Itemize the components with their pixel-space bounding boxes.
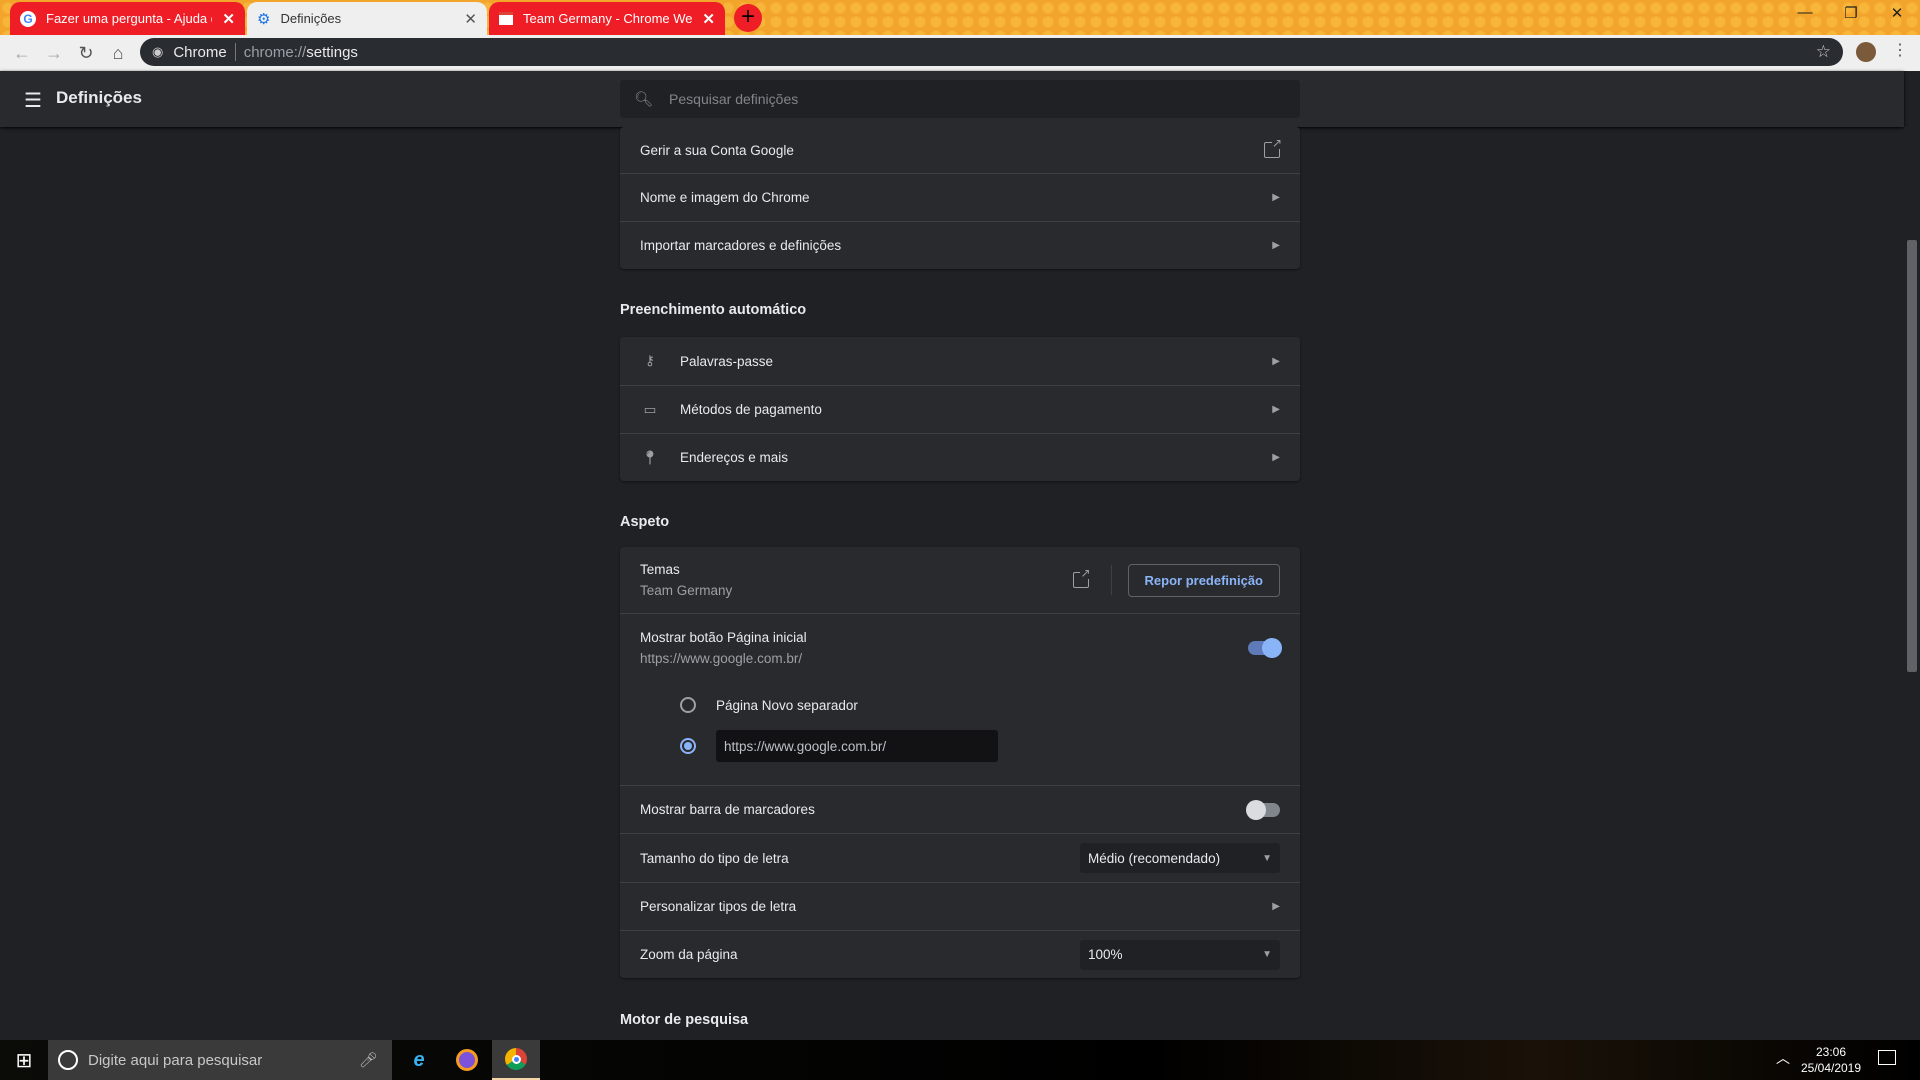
menu-dots-icon[interactable]: ⋮ <box>1892 40 1908 60</box>
external-link-icon <box>1264 137 1282 158</box>
clock[interactable]: 23:06 25/04/2019 <box>1800 1044 1862 1076</box>
tab-ask-question[interactable]: G Fazer uma pergunta - Ajuda do Google C… <box>10 2 245 35</box>
back-icon[interactable]: ← <box>10 42 34 66</box>
settings-search[interactable]: 🔍︎ <box>620 80 1300 118</box>
key-icon: ⚷ <box>645 353 655 368</box>
chrome-taskbar-icon[interactable] <box>492 1040 540 1080</box>
payment-methods-row[interactable]: ▭ Métodos de pagamento ▶ <box>620 385 1300 433</box>
home-icon[interactable]: ⌂ <box>106 42 130 66</box>
font-size-select[interactable]: Médio (recomendado) ▼ <box>1080 843 1280 873</box>
scrollbar-thumb[interactable] <box>1907 240 1917 672</box>
cortana-icon <box>58 1050 78 1070</box>
home-url-input[interactable] <box>716 730 998 762</box>
close-tab-icon[interactable]: ✕ <box>222 10 235 28</box>
people-card: Gerir a sua Conta Google Nome e imagem d… <box>620 127 1300 269</box>
reload-icon[interactable]: ↻ <box>74 42 98 66</box>
themes-row: TemasTeam Germany Repor predefinição <box>620 547 1300 613</box>
import-bookmarks[interactable]: Importar marcadores e definições ▶ <box>620 221 1300 269</box>
customize-fonts-row[interactable]: Personalizar tipos de letra ▶ <box>620 882 1300 930</box>
internet-explorer-icon[interactable]: e <box>395 1040 443 1080</box>
passwords-row[interactable]: ⚷ Palavras-passe ▶ <box>620 337 1300 385</box>
tab-web-store[interactable]: Team Germany - Chrome Web Store ✕ <box>489 2 725 35</box>
windows-start-icon[interactable]: ⊞ <box>0 1040 48 1080</box>
manage-google-account[interactable]: Gerir a sua Conta Google <box>620 127 1300 173</box>
divider <box>234 43 236 61</box>
tab-settings[interactable]: ⚙ Definições ✕ <box>247 2 487 35</box>
avatar[interactable] <box>1856 42 1876 62</box>
hamburger-menu-icon[interactable]: ☰ <box>24 88 42 113</box>
new-tab-button[interactable]: + <box>734 4 762 32</box>
chevron-right-icon: ▶ <box>1272 240 1280 251</box>
dropdown-arrow-icon: ▼ <box>1262 949 1272 960</box>
forward-icon[interactable]: → <box>42 42 66 66</box>
appearance-card: TemasTeam Germany Repor predefinição Mos… <box>620 547 1300 978</box>
reset-theme-button[interactable]: Repor predefinição <box>1127 563 1280 597</box>
notifications-icon[interactable] <box>1878 1050 1896 1065</box>
restore-icon[interactable]: ❐ <box>1828 4 1874 28</box>
credit-card-icon: ▭ <box>643 401 657 417</box>
chrome-icon: ◉ <box>152 44 164 59</box>
show-hidden-icons[interactable]: ︿ <box>1776 1048 1790 1068</box>
font-size-row: Tamanho do tipo de letra Médio (recomend… <box>620 833 1300 882</box>
chrome-name-picture[interactable]: Nome e imagem do Chrome ▶ <box>620 173 1300 221</box>
autofill-heading: Preenchimento automático <box>620 302 807 318</box>
page-zoom-row: Zoom da página 100% ▼ <box>620 930 1300 978</box>
chevron-right-icon: ▶ <box>1272 355 1280 367</box>
avast-browser-icon[interactable] <box>443 1040 491 1080</box>
external-link-icon[interactable] <box>1072 567 1091 588</box>
web-store-icon <box>499 12 513 25</box>
bookmarks-bar-toggle[interactable] <box>1246 799 1280 820</box>
close-tab-icon[interactable]: ✕ <box>702 10 715 28</box>
bookmarks-bar-row: Mostrar barra de marcadores <box>620 785 1300 833</box>
close-tab-icon[interactable]: ✕ <box>464 10 477 28</box>
omnibox[interactable]: ◉ Chrome chrome:// settings ☆ <box>140 38 1843 66</box>
home-button-row: Mostrar botão Página inicial https://www.… <box>620 613 1300 785</box>
search-icon: 🔍︎ <box>634 91 654 108</box>
radio-custom-url[interactable] <box>640 730 1280 762</box>
minimize-icon[interactable]: — <box>1782 4 1828 28</box>
microphone-icon[interactable]: 🎤︎ <box>359 1051 378 1069</box>
home-button-toggle[interactable] <box>1248 638 1282 658</box>
autofill-card: ⚷ Palavras-passe ▶ ▭ Métodos de pagamento ▶ … <box>620 337 1300 481</box>
addresses-row[interactable]: 📍︎ Endereços e mais ▶ <box>620 433 1300 481</box>
chevron-right-icon: ▶ <box>1272 404 1280 415</box>
dropdown-arrow-icon: ▼ <box>1262 852 1272 864</box>
gear-icon: ⚙ <box>257 10 271 28</box>
radio-button[interactable] <box>680 738 696 754</box>
divider <box>1110 565 1112 595</box>
appearance-heading: Aspeto <box>620 514 670 530</box>
taskbar-search[interactable]: Digite aqui para pesquisar 🎤︎ <box>48 1040 392 1080</box>
search-engine-heading: Motor de pesquisa <box>620 1012 749 1028</box>
search-input[interactable] <box>669 91 1270 107</box>
chevron-right-icon: ▶ <box>1272 192 1280 203</box>
radio-new-tab[interactable]: Página Novo separador <box>640 690 1280 720</box>
page-zoom-select[interactable]: 100% ▼ <box>1080 939 1280 970</box>
close-window-icon[interactable]: ✕ <box>1874 4 1920 28</box>
radio-button[interactable] <box>680 697 696 713</box>
page-title: Definições <box>56 88 142 107</box>
chevron-right-icon: ▶ <box>1272 901 1280 912</box>
location-pin-icon: 📍︎ <box>641 449 659 465</box>
bookmark-star-icon[interactable]: ☆ <box>1816 42 1831 62</box>
chevron-right-icon: ▶ <box>1272 452 1280 463</box>
google-icon: G <box>20 10 36 27</box>
